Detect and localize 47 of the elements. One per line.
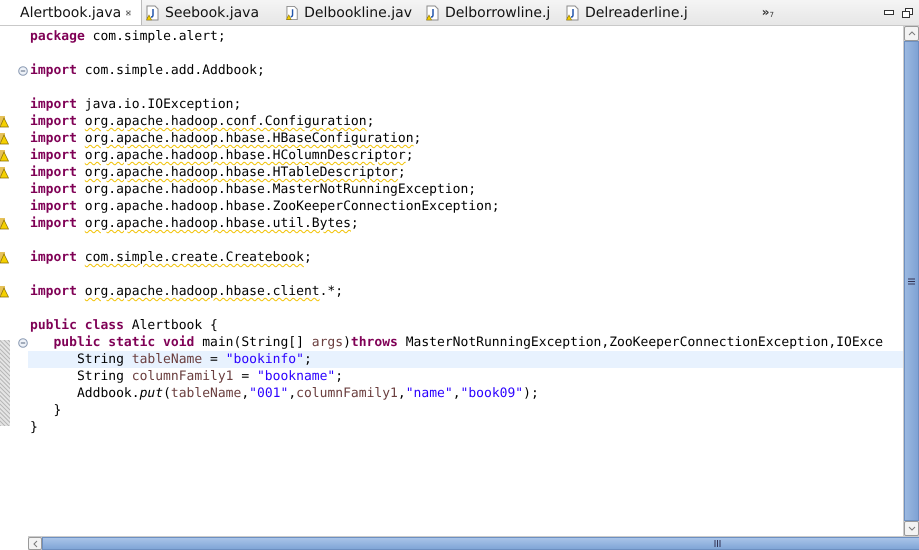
collapse-icon[interactable] [18,338,28,348]
java-file-icon [286,4,300,20]
editor-tab[interactable]: Delborrowline.j [422,0,562,25]
code-line: String columnFamily1 = "bookname"; [76,368,344,385]
chevron-left-icon [32,540,38,548]
warning-icon [0,115,9,128]
code-line: import org.apache.hadoop.conf.Configuration; [29,113,376,130]
code-line: import org.apache.hadoop.hbase.ZooKeeperConnectionException; [29,198,501,215]
warning-icon [0,149,9,162]
editor-tab[interactable]: Alertbook.java [0,0,142,25]
warning-icon [0,251,9,264]
code-line: import org.apache.hadoop.hbase.HTableDescriptor; [29,164,407,181]
scroll-up-button[interactable] [904,26,919,41]
code-line: } [52,402,62,419]
maximize-icon[interactable] [902,8,913,18]
editor-tab[interactable]: Seebook.java [142,0,282,25]
warning-icon [0,285,9,298]
grip-icon [714,540,721,547]
grip-icon [908,278,915,284]
warning-icon [0,217,9,230]
code-line: package com.simple.alert; [29,28,227,45]
warning-icon [0,166,9,179]
editor-tab[interactable]: Delbookline.jav [282,0,422,25]
code-line: public static void main(String[] args)throws MasterNotRunningException,ZooKeeperConnectionException,IOExce [52,334,884,351]
collapse-icon[interactable] [18,66,28,76]
code-line: import org.apache.hadoop.hbase.HBaseConfiguration; [29,130,422,147]
code-line: Addbook.put(tableName,"001",columnFamily1,"name","book09"); [76,385,540,402]
minimize-icon[interactable] [884,10,894,16]
code-line: import java.io.IOException; [29,96,242,113]
warning-icon [0,132,9,145]
close-icon[interactable] [126,8,131,18]
code-line: import com.simple.create.Createbook; [29,249,313,266]
code-line: public class Alertbook { [29,317,219,334]
code-line: import org.apache.hadoop.hbase.util.Bytes; [29,215,360,232]
java-file-icon [426,4,440,20]
java-file-icon [566,4,580,20]
java-file-icon [146,4,160,20]
code-line: import org.apache.hadoop.hbase.MasterNotRunningException; [29,181,478,198]
editor-tab[interactable]: Delreaderline.j [562,0,702,25]
chevron-up-icon [908,31,916,36]
scroll-left-button[interactable] [28,537,42,550]
scroll-down-button[interactable] [904,521,919,536]
code-line: import org.apache.hadoop.hbase.client.*; [29,283,344,300]
chevron-down-icon [908,526,916,531]
code-line: } [29,419,39,436]
code-line: import org.apache.hadoop.hbase.HColumnDescriptor; [29,147,415,164]
code-line: import com.simple.add.Addbook; [29,62,266,79]
